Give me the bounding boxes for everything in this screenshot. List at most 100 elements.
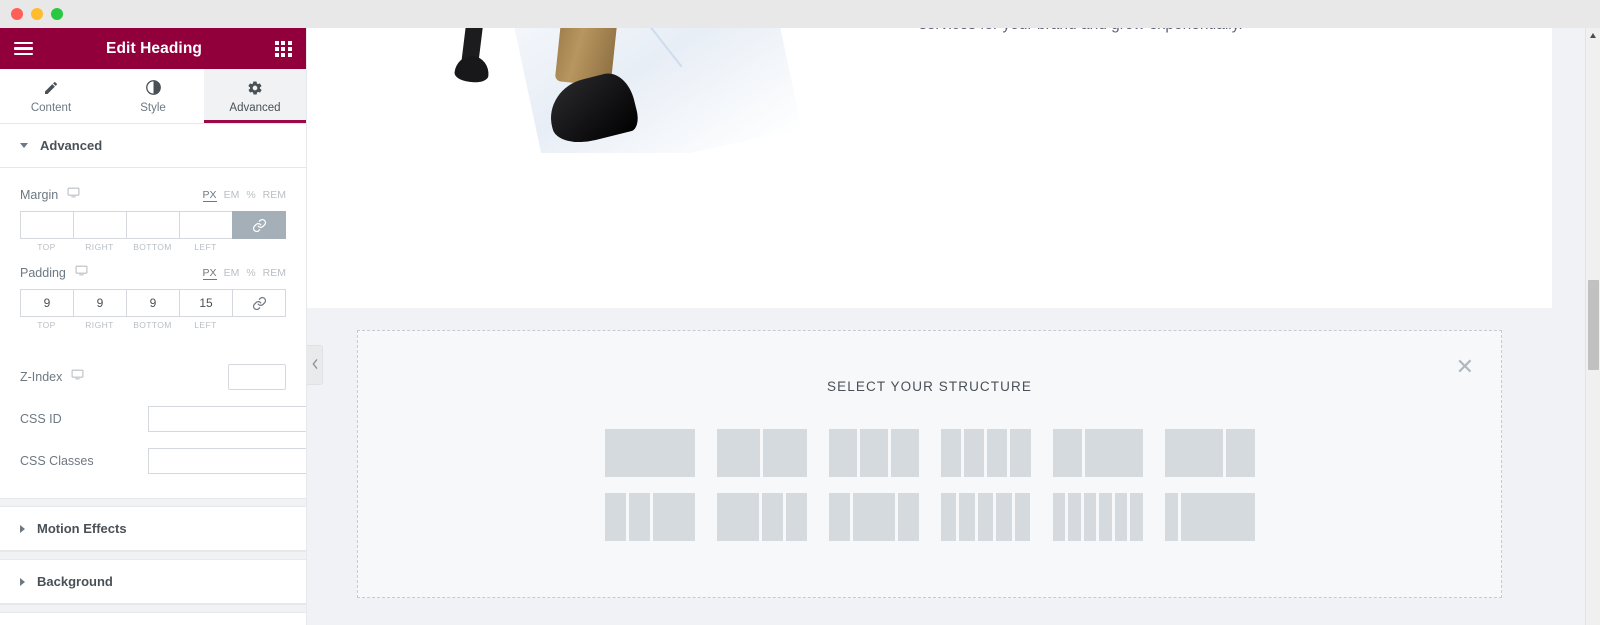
margin-label-spacer — [232, 242, 286, 252]
panel-collapse-handle[interactable] — [307, 345, 323, 385]
section-header-motion-effects[interactable]: Motion Effects — [0, 507, 306, 551]
tab-advanced[interactable]: Advanced — [204, 69, 306, 123]
margin-control: Margin PX EM % REM TOP RIGHT BOTTOM LEFT — [20, 186, 286, 252]
padding-unit-switcher: PX EM % REM — [202, 267, 286, 280]
section-divider — [0, 604, 306, 613]
structure-preset-rows — [358, 429, 1501, 541]
padding-label-right: RIGHT — [85, 320, 114, 330]
structure-preset-row — [358, 429, 1501, 477]
vertical-scroll-thumb[interactable] — [1588, 280, 1599, 370]
structure-preset-row — [358, 493, 1501, 541]
panel-header: Edit Heading — [0, 28, 306, 69]
margin-top-input[interactable] — [20, 211, 73, 239]
margin-unit-em[interactable]: EM — [224, 189, 240, 201]
padding-unit-percent[interactable]: % — [246, 267, 255, 279]
preset-25-50-25[interactable] — [828, 493, 919, 541]
css-id-control: CSS ID — [20, 406, 306, 432]
preset-4-columns[interactable] — [940, 429, 1031, 477]
desktop-icon[interactable] — [75, 264, 88, 282]
padding-inputs: 9 9 9 15 — [20, 289, 286, 317]
window-titlebar — [0, 0, 306, 28]
preset-16-84[interactable] — [1164, 493, 1255, 541]
canvas-top-strip — [307, 0, 1600, 28]
margin-side-labels: TOP RIGHT BOTTOM LEFT — [20, 242, 286, 252]
preset-25-25-50[interactable] — [604, 493, 695, 541]
margin-link-values-button[interactable] — [232, 211, 286, 239]
padding-unit-em[interactable]: EM — [224, 267, 240, 279]
tab-content-label: Content — [30, 101, 72, 114]
margin-unit-percent[interactable]: % — [246, 189, 255, 201]
section-header-advanced[interactable]: Advanced — [0, 124, 306, 168]
section-divider — [0, 498, 306, 507]
z-index-input[interactable] — [228, 364, 286, 390]
preset-3-columns[interactable] — [828, 429, 919, 477]
margin-control-header: Margin PX EM % REM — [20, 186, 286, 204]
close-x-icon[interactable]: ✕ — [1456, 356, 1474, 378]
panel-title: Edit Heading — [106, 39, 202, 57]
chevron-left-icon — [311, 356, 319, 374]
preset-6-columns[interactable] — [1052, 493, 1143, 541]
page-preview: services for your brand and grow exponen… — [307, 28, 1552, 308]
half-circle-icon — [145, 79, 162, 96]
z-index-control: Z-Index — [20, 364, 286, 390]
desktop-icon[interactable] — [67, 186, 80, 204]
margin-right-input[interactable] — [73, 211, 126, 239]
advanced-section-body: Margin PX EM % REM TOP RIGHT BOTTOM LEFT… — [0, 168, 306, 498]
padding-link-values-button[interactable] — [232, 289, 286, 317]
section-header-background[interactable]: Background — [0, 560, 306, 604]
preset-1-column[interactable] — [604, 429, 695, 477]
padding-top-input[interactable]: 9 — [20, 289, 73, 317]
padding-right-input[interactable]: 9 — [73, 289, 126, 317]
preset-50-25-25[interactable] — [716, 493, 807, 541]
preset-33-66[interactable] — [1052, 429, 1143, 477]
css-classes-input[interactable] — [148, 448, 306, 474]
css-id-input[interactable] — [148, 406, 306, 432]
padding-left-input[interactable]: 15 — [179, 289, 232, 317]
padding-side-labels: TOP RIGHT BOTTOM LEFT — [20, 320, 286, 330]
section-title-advanced: Advanced — [40, 138, 103, 153]
window-maximize-button[interactable] — [51, 8, 63, 20]
padding-label-spacer — [232, 320, 286, 330]
preset-66-33[interactable] — [1164, 429, 1255, 477]
desktop-icon[interactable] — [71, 368, 84, 386]
margin-bottom-input[interactable] — [126, 211, 179, 239]
margin-unit-switcher: PX EM % REM — [202, 189, 286, 202]
canvas-bottom-fill — [307, 609, 1552, 625]
padding-unit-rem[interactable]: REM — [263, 267, 286, 279]
padding-control: Padding PX EM % REM 9 9 9 15 TOP RIGHT B… — [20, 264, 286, 330]
pencil-icon — [43, 80, 59, 96]
scroll-up-arrow-icon[interactable] — [1590, 33, 1596, 38]
padding-label: Padding — [20, 266, 66, 280]
margin-label-left: LEFT — [194, 242, 217, 252]
hamburger-menu-icon[interactable] — [14, 41, 33, 56]
padding-label-left: LEFT — [194, 320, 217, 330]
apps-grid-icon[interactable] — [275, 40, 292, 57]
vertical-scrollbar[interactable] — [1585, 28, 1600, 625]
padding-bottom-input[interactable]: 9 — [126, 289, 179, 317]
preset-5-columns[interactable] — [940, 493, 1031, 541]
margin-left-input[interactable] — [179, 211, 232, 239]
window-close-button[interactable] — [11, 8, 23, 20]
padding-label-top: TOP — [37, 320, 56, 330]
margin-unit-rem[interactable]: REM — [263, 189, 286, 201]
preset-2-columns[interactable] — [716, 429, 807, 477]
z-index-label: Z-Index — [20, 370, 63, 384]
editor-panel: Edit Heading Content Style Advanced Adva… — [0, 0, 307, 625]
margin-label-top: TOP — [37, 242, 56, 252]
section-title-background: Background — [37, 574, 113, 589]
margin-unit-px[interactable]: PX — [202, 189, 217, 202]
margin-label: Margin — [20, 188, 59, 202]
tab-content[interactable]: Content — [0, 69, 102, 123]
hero-photo — [407, 28, 827, 153]
gear-icon — [247, 80, 263, 96]
tab-advanced-label: Advanced — [229, 101, 281, 114]
tab-style-label: Style — [140, 102, 166, 114]
panel-tabs: Content Style Advanced — [0, 69, 306, 124]
section-divider — [0, 551, 306, 560]
window-minimize-button[interactable] — [31, 8, 43, 20]
hero-paragraph-text: services for your brand and grow exponen… — [919, 28, 1243, 34]
tab-style[interactable]: Style — [102, 69, 204, 123]
padding-unit-px[interactable]: PX — [202, 267, 217, 280]
chevron-down-icon — [20, 143, 28, 148]
padding-label-bottom: BOTTOM — [133, 320, 172, 330]
